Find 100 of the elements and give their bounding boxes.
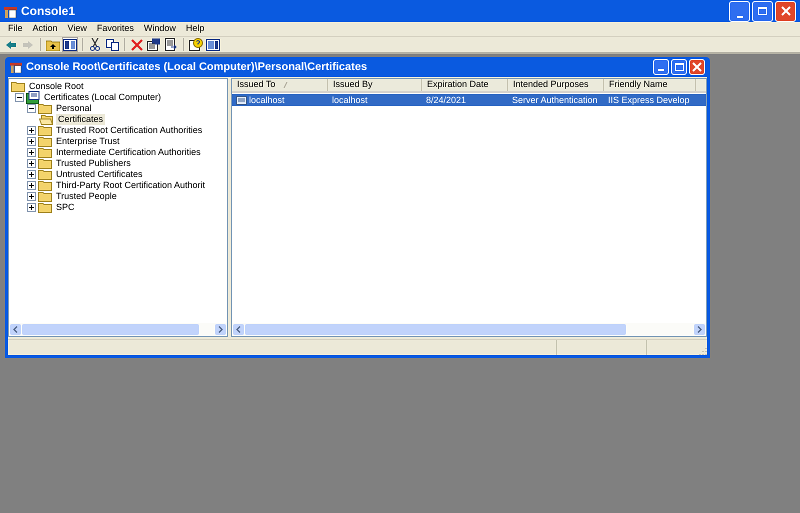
plus-icon: [29, 205, 34, 210]
folder-icon: [38, 103, 52, 114]
tree-item[interactable]: Trusted Root Certification Authorities: [54, 125, 204, 136]
column-header[interactable]: Intended Purposes: [508, 79, 604, 91]
close-icon: [692, 62, 702, 72]
chevron-left-icon: [236, 326, 241, 333]
plus-icon: [29, 194, 34, 199]
window-title: Console1: [21, 3, 76, 20]
plus-icon: [29, 139, 34, 144]
minus-icon: [29, 106, 34, 111]
folder-icon: [38, 180, 52, 191]
tree-item[interactable]: SPC: [54, 202, 77, 213]
menu-item[interactable]: Favorites: [92, 22, 138, 36]
action-pane-icon: [206, 38, 220, 50]
menu-item[interactable]: View: [64, 22, 91, 36]
expand-toggle[interactable]: [27, 181, 36, 190]
tree-item[interactable]: Personal: [54, 103, 94, 114]
maximize-button[interactable]: [671, 59, 687, 75]
toolbar-button[interactable]: [104, 37, 120, 52]
folder-icon: [38, 147, 52, 158]
back-arrow-icon: [5, 40, 17, 50]
menu-item[interactable]: Action: [28, 22, 62, 36]
collapse-toggle[interactable]: [27, 104, 36, 113]
table-cell: IIS Express Develop: [608, 94, 690, 106]
scroll-left-button[interactable]: [10, 324, 21, 335]
expand-toggle[interactable]: [27, 137, 36, 146]
toolbar-button[interactable]: [205, 37, 221, 52]
tree-pane-icon: [63, 38, 77, 50]
table-cell: localhost: [332, 94, 368, 106]
maximize-button[interactable]: [752, 0, 773, 22]
minimize-button[interactable]: [729, 0, 750, 22]
tree-item[interactable]: Enterprise Trust: [54, 136, 122, 147]
open-folder-icon: [39, 114, 54, 125]
tree-item[interactable]: Untrusted Certificates: [54, 169, 145, 180]
column-header[interactable]: Issued To: [232, 79, 328, 91]
scroll-left-button[interactable]: [233, 324, 244, 335]
tree-item[interactable]: Trusted Publishers: [54, 158, 133, 169]
chevron-left-icon: [13, 326, 18, 333]
folder-icon: [11, 81, 25, 92]
close-button[interactable]: [775, 0, 796, 22]
plus-icon: [29, 183, 34, 188]
table-cell: 8/24/2021: [426, 94, 466, 106]
plus-icon: [29, 150, 34, 155]
copy-icon: [106, 38, 118, 50]
close-button[interactable]: [689, 59, 705, 75]
tree-item[interactable]: Console Root: [27, 81, 86, 92]
plus-icon: [29, 128, 34, 133]
scroll-thumb[interactable]: [22, 324, 199, 335]
sort-indicator-icon: [283, 82, 288, 88]
toolbar-button[interactable]: [146, 37, 162, 52]
export-list-icon: [165, 38, 177, 51]
scroll-right-button[interactable]: [694, 324, 705, 335]
folder-icon: [38, 136, 52, 147]
tree-item[interactable]: Intermediate Certification Authorities: [54, 147, 203, 158]
toolbar-button[interactable]: [188, 37, 204, 52]
scroll-thumb[interactable]: [245, 324, 626, 335]
toolbar-button[interactable]: [163, 37, 179, 52]
tree-item[interactable]: Third-Party Root Certification Authorit: [54, 180, 208, 191]
column-header[interactable]: Issued By: [328, 79, 422, 91]
column-header[interactable]: Friendly Name: [604, 79, 696, 91]
collapse-toggle[interactable]: [15, 93, 24, 102]
properties-icon: [147, 38, 161, 51]
expand-toggle[interactable]: [27, 170, 36, 179]
folder-icon: [38, 158, 52, 169]
tree-item[interactable]: Certificates (Local Computer): [42, 92, 164, 103]
scissors-icon: [89, 38, 101, 51]
menu-item[interactable]: Help: [182, 22, 208, 36]
chevron-right-icon: [697, 326, 702, 333]
folder-icon: [38, 191, 52, 202]
minimize-button[interactable]: [653, 59, 669, 75]
menu-item[interactable]: File: [4, 22, 27, 36]
column-header[interactable]: Expiration Date: [422, 79, 508, 91]
tree-item[interactable]: Trusted People: [54, 191, 119, 202]
menu-item[interactable]: Window: [140, 22, 180, 36]
delete-icon: [131, 38, 143, 50]
console-app-icon: [4, 4, 17, 18]
table-cell: localhost: [249, 94, 285, 106]
expand-toggle[interactable]: [27, 126, 36, 135]
expand-toggle[interactable]: [27, 148, 36, 157]
tree-item[interactable]: Certificates: [56, 114, 106, 125]
folder-icon: [38, 169, 52, 180]
minus-icon: [17, 95, 22, 100]
expand-toggle[interactable]: [27, 159, 36, 168]
scroll-right-button[interactable]: [215, 324, 226, 335]
certificate-icon: [236, 96, 247, 104]
forward-arrow-icon: [22, 40, 34, 50]
help-icon: [189, 38, 203, 51]
expand-toggle[interactable]: [27, 203, 36, 212]
horizontal-scrollbar[interactable]: [9, 323, 227, 336]
toolbar-button[interactable]: [62, 37, 78, 52]
table-cell: Server Authentication: [512, 94, 598, 106]
table-row[interactable]: localhost localhost 8/24/2021 Server Authentication IIS Express Develop: [232, 94, 706, 106]
certificate-store-icon: [26, 91, 40, 104]
child-window-title: Console Root\Certificates (Local Computer)\Personal\Certificates: [26, 60, 368, 75]
console-app-icon: [10, 61, 22, 73]
folder-up-icon: [46, 38, 60, 50]
expand-toggle[interactable]: [27, 192, 36, 201]
folder-icon: [38, 125, 52, 136]
horizontal-scrollbar[interactable]: [232, 323, 706, 336]
toolbar-button[interactable]: [87, 37, 103, 52]
